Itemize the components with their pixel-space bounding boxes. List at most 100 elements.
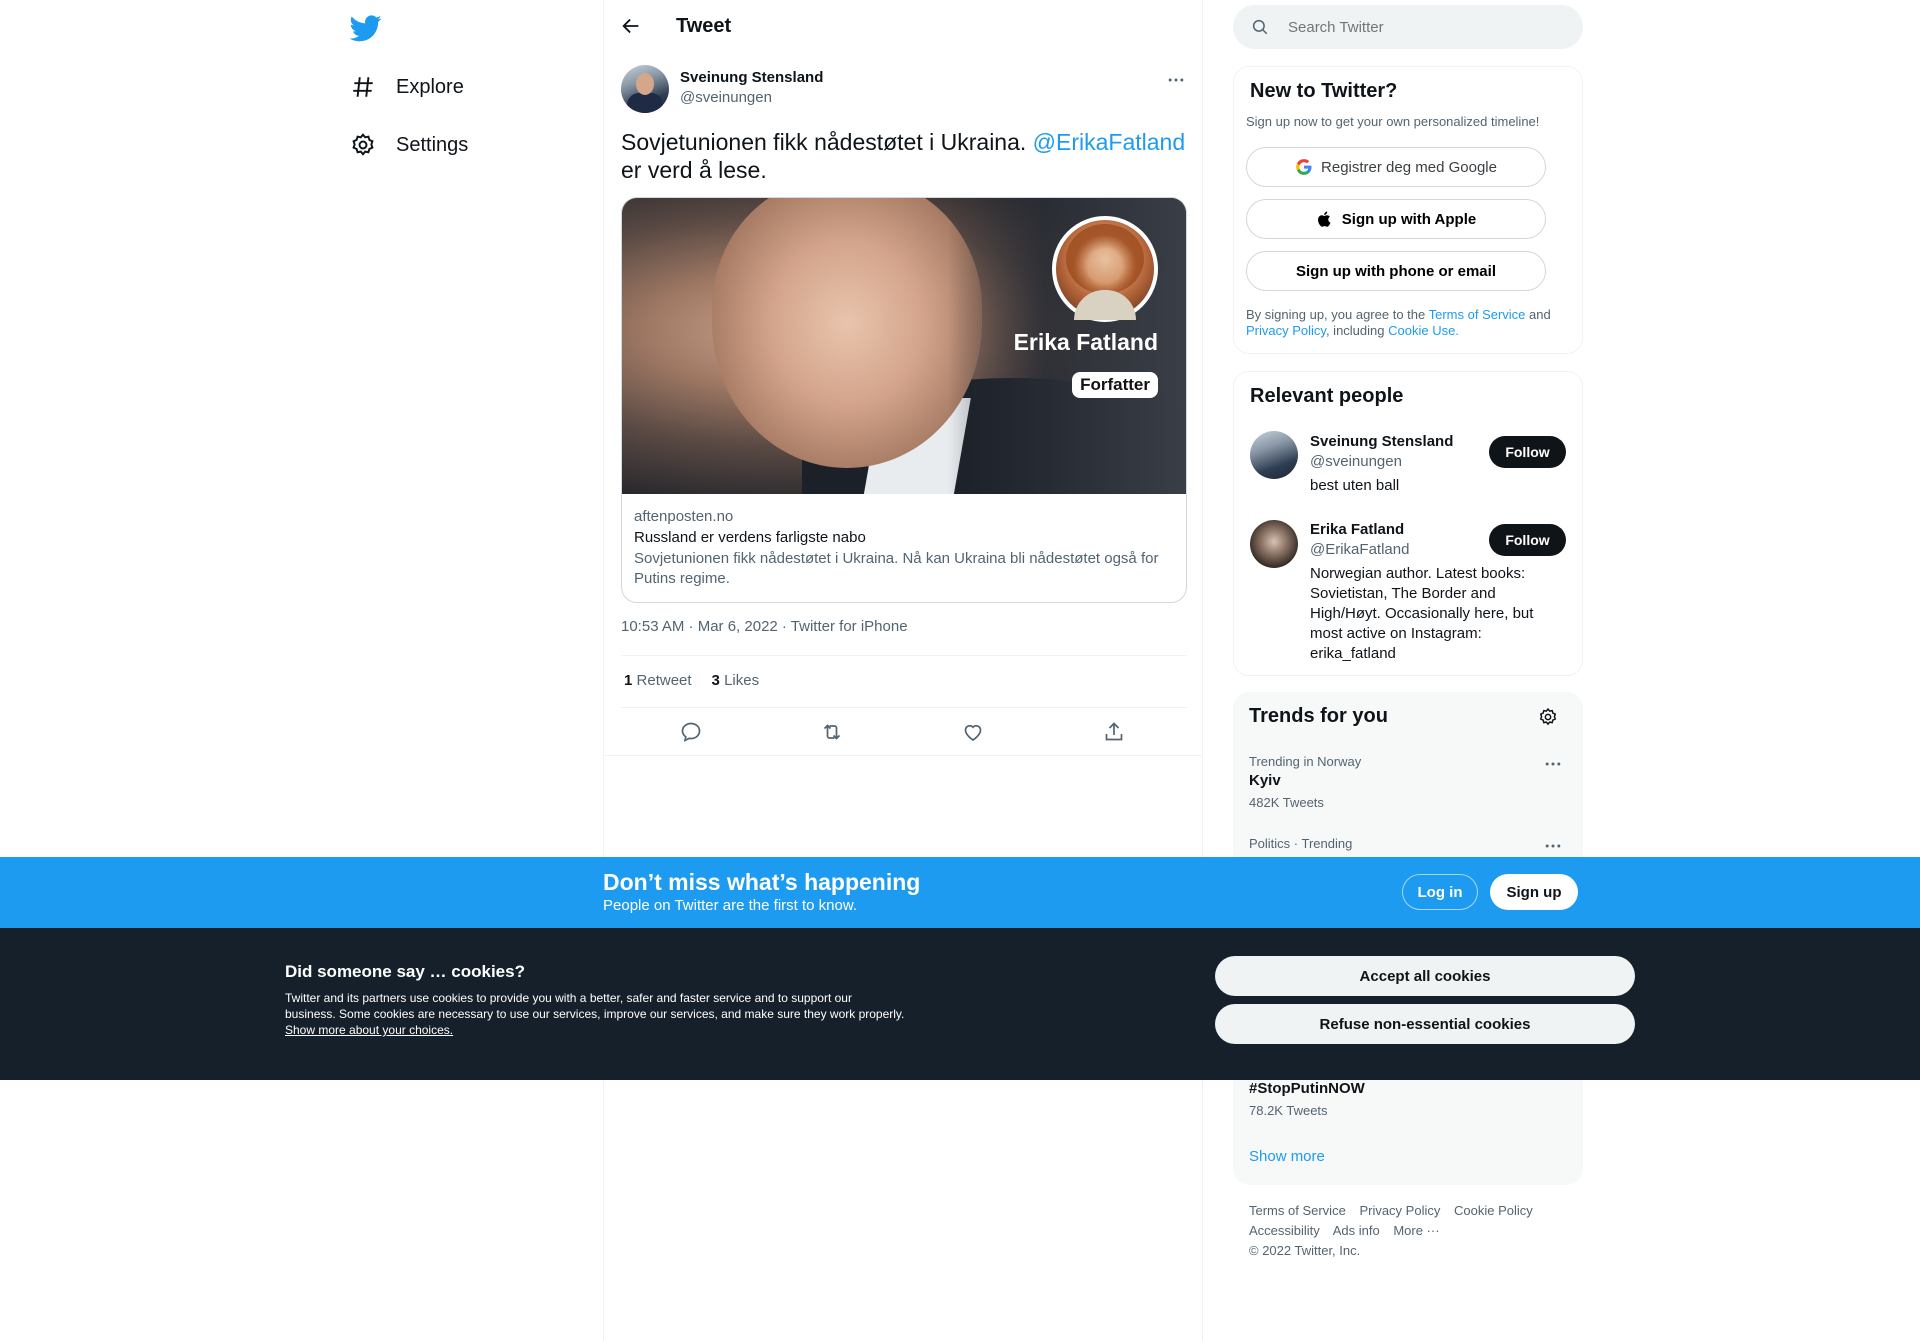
tweet-text: Sovjetunionen fikk nådestøtet i Ukraina.… [621, 128, 1191, 184]
show-more-link[interactable]: Show more [1249, 1148, 1325, 1165]
trend-count: 78.2K Tweets [1249, 1103, 1328, 1118]
person-name[interactable]: Erika Fatland [1310, 521, 1404, 538]
nav-explore[interactable]: Explore [350, 67, 464, 107]
signup-banner-subtitle: People on Twitter are the first to know. [603, 897, 858, 914]
cookie-choices-link[interactable]: Show more about your choices. [285, 1023, 453, 1037]
signup-button[interactable]: Sign up [1490, 874, 1578, 910]
person-avatar[interactable] [1250, 520, 1298, 568]
person-handle[interactable]: @sveinungen [1310, 453, 1402, 470]
trend-more-icon[interactable] [1543, 754, 1563, 774]
twitter-bird-icon[interactable] [350, 12, 382, 44]
tweet-text-part-2: er verd å lese. [621, 157, 767, 183]
login-button[interactable]: Log in [1402, 874, 1478, 910]
nav-explore-label: Explore [396, 75, 464, 98]
footer-link[interactable]: Cookie Policy [1454, 1203, 1533, 1218]
divider [621, 655, 1187, 656]
back-arrow-icon[interactable] [620, 15, 642, 37]
hashtag-icon [353, 77, 373, 97]
tweet-timestamp[interactable]: 10:53 AM · Mar 6, 2022 · Twitter for iPh… [621, 618, 908, 635]
footer-link[interactable]: Ads info [1333, 1223, 1380, 1238]
new-to-twitter-subtitle: Sign up now to get your own personalized… [1246, 114, 1540, 129]
like-label: Likes [724, 672, 760, 689]
search-bar[interactable] [1233, 5, 1583, 49]
retweet-label: Retweet [636, 672, 692, 689]
apple-signup-label: Sign up with Apple [1341, 210, 1477, 228]
phone-email-signup-label: Sign up with phone or email [1295, 262, 1496, 280]
card-meta: aftenposten.no Russland er verdens farli… [634, 507, 1174, 589]
mention-link[interactable]: @ErikaFatland [1033, 129, 1185, 155]
footer-links: Terms of Service Privacy Policy Cookie P… [1249, 1201, 1569, 1261]
tweet-header: Tweet [604, 0, 1202, 53]
refuse-cookies-button[interactable]: Refuse non-essential cookies [1215, 1004, 1635, 1044]
page-title: Tweet [676, 15, 732, 37]
trend-name[interactable]: #StopPutinNOW [1249, 1080, 1365, 1097]
more-options-icon[interactable] [1166, 70, 1186, 90]
trend-count: 482K Tweets [1249, 795, 1324, 810]
tweet-text-part-1: Sovjetunionen fikk nådestøtet i Ukraina. [621, 129, 1033, 155]
legal-text-1: By signing up, you agree to the [1246, 307, 1429, 322]
tweet-actions [621, 718, 1187, 748]
author-handle[interactable]: @sveinungen [680, 89, 772, 106]
author-name[interactable]: Sveinung Stensland [680, 69, 823, 86]
footer-link[interactable]: Accessibility [1249, 1223, 1320, 1238]
reply-icon[interactable] [679, 720, 703, 744]
card-domain: aftenposten.no [634, 508, 734, 525]
trend-meta: Trending in Norway [1249, 754, 1362, 769]
apple-signup-button[interactable]: Sign up with Apple [1246, 199, 1546, 239]
signup-legal-text: By signing up, you agree to the Terms of… [1246, 307, 1566, 339]
trend-name[interactable]: Kyiv [1249, 772, 1281, 789]
retweet-count: 1 [624, 672, 633, 689]
gear-icon [352, 133, 374, 156]
divider [621, 707, 1187, 708]
new-to-twitter-title: New to Twitter? [1250, 80, 1398, 102]
nav-settings-label: Settings [396, 133, 469, 156]
apple-logo-icon [1317, 211, 1331, 227]
person-name[interactable]: Sveinung Stensland [1310, 433, 1453, 450]
card-image: Erika Fatland Forfatter [622, 198, 1186, 494]
legal-text-2: and [1525, 307, 1551, 322]
like-count: 3 [711, 672, 720, 689]
relevant-people-title: Relevant people [1250, 385, 1404, 407]
google-signup-button[interactable]: Registrer deg med Google [1246, 147, 1546, 187]
accept-all-cookies-button[interactable]: Accept all cookies [1215, 956, 1635, 996]
footer-link[interactable]: Terms of Service [1249, 1203, 1346, 1218]
search-input[interactable] [1288, 15, 1558, 39]
copyright: © 2022 Twitter, Inc. [1249, 1243, 1361, 1258]
trend-more-icon[interactable] [1543, 836, 1563, 856]
author-portrait [1052, 216, 1158, 322]
main-column: Tweet Sveinung Stensland @sveinungen Sov… [603, 0, 1203, 1341]
cookie-consent-banner: Did someone say … cookies? Twitter and i… [0, 928, 1920, 1080]
legal-text-3: , including [1325, 323, 1389, 338]
trends-title: Trends for you [1249, 705, 1388, 727]
retweet-stat[interactable]: 1 Retweet [624, 672, 692, 689]
trends-settings-gear-icon[interactable] [1538, 707, 1558, 727]
follow-button[interactable]: Follow [1489, 524, 1566, 556]
cookie-body: Twitter and its partners use cookies to … [285, 991, 905, 1021]
person-bio: Norwegian author. Latest books: Sovietis… [1310, 565, 1534, 662]
trend-meta: Politics · Trending [1249, 836, 1353, 851]
tweet-stats: 1 Retweet 3 Likes [624, 672, 759, 689]
cookie-title: Did someone say … cookies? [285, 962, 525, 981]
link-card[interactable]: Erika Fatland Forfatter aftenposten.no R… [621, 197, 1187, 603]
privacy-link[interactable]: Privacy Policy [1246, 323, 1326, 338]
search-icon [1252, 19, 1268, 35]
divider [604, 755, 1203, 756]
nav-settings[interactable]: Settings [350, 125, 468, 165]
footer-link[interactable]: More ··· [1393, 1223, 1439, 1238]
like-stat[interactable]: 3 Likes [712, 672, 760, 689]
share-icon[interactable] [1102, 720, 1126, 744]
like-heart-icon[interactable] [961, 720, 985, 744]
terms-link[interactable]: Terms of Service [1429, 307, 1526, 322]
author-avatar[interactable] [621, 65, 669, 113]
follow-button[interactable]: Follow [1489, 436, 1566, 468]
cookie-text: Twitter and its partners use cookies to … [285, 990, 905, 1038]
new-to-twitter-panel: New to Twitter? Sign up now to get your … [1233, 66, 1583, 354]
person-handle[interactable]: @ErikaFatland [1310, 541, 1409, 558]
phone-email-signup-button[interactable]: Sign up with phone or email [1246, 251, 1546, 291]
cookie-use-link[interactable]: Cookie Use. [1388, 323, 1459, 338]
footer-link[interactable]: Privacy Policy [1359, 1203, 1440, 1218]
card-overlay-tag: Forfatter [1072, 372, 1158, 398]
person-avatar[interactable] [1250, 431, 1298, 479]
card-overlay-name: Erika Fatland [1013, 329, 1158, 355]
retweet-icon[interactable] [820, 720, 844, 744]
